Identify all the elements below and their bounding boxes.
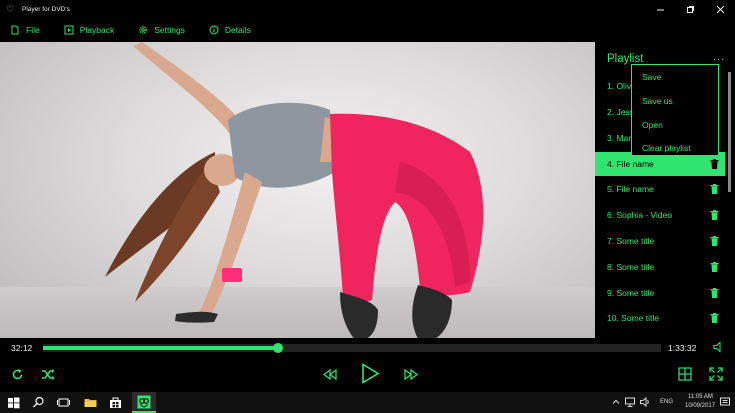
- playlist-item-label: 10. Some title: [607, 313, 659, 323]
- gear-icon: [139, 26, 148, 34]
- shuffle-icon[interactable]: [41, 368, 55, 381]
- seek-bar[interactable]: [43, 343, 661, 353]
- playlist-item[interactable]: 10. Some title: [595, 306, 725, 330]
- windows-start-icon[interactable]: [6, 395, 21, 410]
- info-icon: [209, 25, 219, 35]
- file-icon: [11, 25, 19, 35]
- minimize-icon: [656, 9, 664, 10]
- seek-bar-fill: [43, 346, 278, 350]
- trash-icon[interactable]: [710, 288, 719, 298]
- volume-icon[interactable]: [712, 341, 724, 353]
- playlist-item[interactable]: 8. Some title: [595, 255, 725, 279]
- playlist-context-menu: Save Save us Open Clear playlist: [631, 64, 719, 156]
- playlist-more-button[interactable]: ...: [713, 51, 725, 63]
- menu-item-save[interactable]: Save: [642, 72, 661, 82]
- elapsed-time: 32:12: [11, 343, 33, 353]
- playlist-scrollbar[interactable]: [728, 42, 731, 338]
- trash-icon[interactable]: [710, 184, 719, 194]
- playlist-item-label: 4. File name: [607, 159, 654, 169]
- restore-button[interactable]: [675, 0, 705, 18]
- menu-playback[interactable]: Playback: [64, 25, 115, 35]
- store-icon[interactable]: [108, 395, 123, 410]
- taskbar: ENG 11:05 AM 10/09/2017: [0, 392, 735, 413]
- menu-details[interactable]: Details: [209, 25, 251, 35]
- playback-icon: [64, 25, 74, 35]
- window-title: Player for DVD's: [22, 5, 70, 13]
- grid-view-icon[interactable]: [678, 367, 692, 381]
- window-controls: [645, 0, 735, 18]
- playlist-item[interactable]: 6. Sophia - Video: [595, 203, 725, 227]
- menu-file[interactable]: File: [10, 25, 40, 35]
- total-time: 1:33:32: [668, 343, 697, 353]
- playlist-item[interactable]: 5. File name: [595, 177, 725, 201]
- playlist-item-label: 5. File name: [607, 184, 654, 194]
- menu-bar: File Playback Settings Details: [0, 18, 735, 42]
- menu-settings-label: Settings: [154, 25, 185, 35]
- rewind-icon[interactable]: [323, 368, 337, 381]
- language-indicator[interactable]: ENG: [660, 399, 673, 405]
- notifications-icon[interactable]: [719, 396, 731, 408]
- title-bar: ♡ Player for DVD's: [0, 0, 735, 18]
- player-controls: 32:12 1:33:32: [0, 338, 735, 392]
- seek-bar-handle[interactable]: [272, 343, 283, 353]
- chevron-up-icon[interactable]: [611, 396, 621, 408]
- clock-date[interactable]: 10/09/2017: [685, 403, 715, 409]
- playlist-item-label: 6. Sophia - Video: [607, 210, 673, 220]
- menu-file-label: File: [26, 25, 40, 35]
- menu-details-label: Details: [224, 25, 251, 35]
- play-icon[interactable]: [360, 363, 380, 384]
- playlist-item-label: 9. Some title: [607, 288, 655, 298]
- menu-playback-label: Playback: [79, 25, 115, 35]
- playlist-item-label: 7. Some title: [607, 236, 655, 246]
- menu-item-save-us[interactable]: Save us: [642, 96, 673, 106]
- trash-icon[interactable]: [710, 236, 719, 246]
- close-icon: [716, 5, 724, 13]
- video-frame[interactable]: [0, 42, 595, 338]
- taskbar-player-app[interactable]: [132, 392, 156, 413]
- playlist-item[interactable]: 7. Some title: [595, 229, 725, 253]
- close-button[interactable]: [705, 0, 735, 18]
- menu-item-clear-playlist[interactable]: Clear playlist: [642, 143, 691, 153]
- dancer-illustration: [105, 42, 484, 338]
- fullscreen-icon[interactable]: [709, 367, 723, 381]
- speaker-icon[interactable]: [639, 396, 651, 408]
- trash-icon[interactable]: [710, 313, 719, 323]
- repeat-icon[interactable]: [11, 368, 24, 381]
- trash-icon[interactable]: [710, 210, 719, 220]
- minimize-button[interactable]: [645, 0, 675, 18]
- player-app-icon: [137, 395, 151, 409]
- app-heart-icon: ♡: [6, 4, 15, 14]
- menu-settings[interactable]: Settings: [138, 25, 185, 35]
- network-icon[interactable]: [624, 396, 636, 408]
- playlist-scrollbar-thumb[interactable]: [728, 72, 731, 192]
- clock-time[interactable]: 11:05 AM: [688, 394, 713, 400]
- file-explorer-icon[interactable]: [83, 395, 98, 410]
- trash-icon[interactable]: [710, 159, 719, 169]
- menu-item-open[interactable]: Open: [642, 120, 663, 130]
- trash-icon[interactable]: [710, 262, 719, 272]
- restore-icon: [686, 5, 694, 13]
- search-icon[interactable]: [31, 395, 46, 410]
- playlist-item-label: 8. Some title: [607, 262, 655, 272]
- playlist-item[interactable]: 9. Some title: [595, 281, 725, 305]
- task-view-icon[interactable]: [56, 395, 71, 410]
- fast-forward-icon[interactable]: [404, 368, 418, 381]
